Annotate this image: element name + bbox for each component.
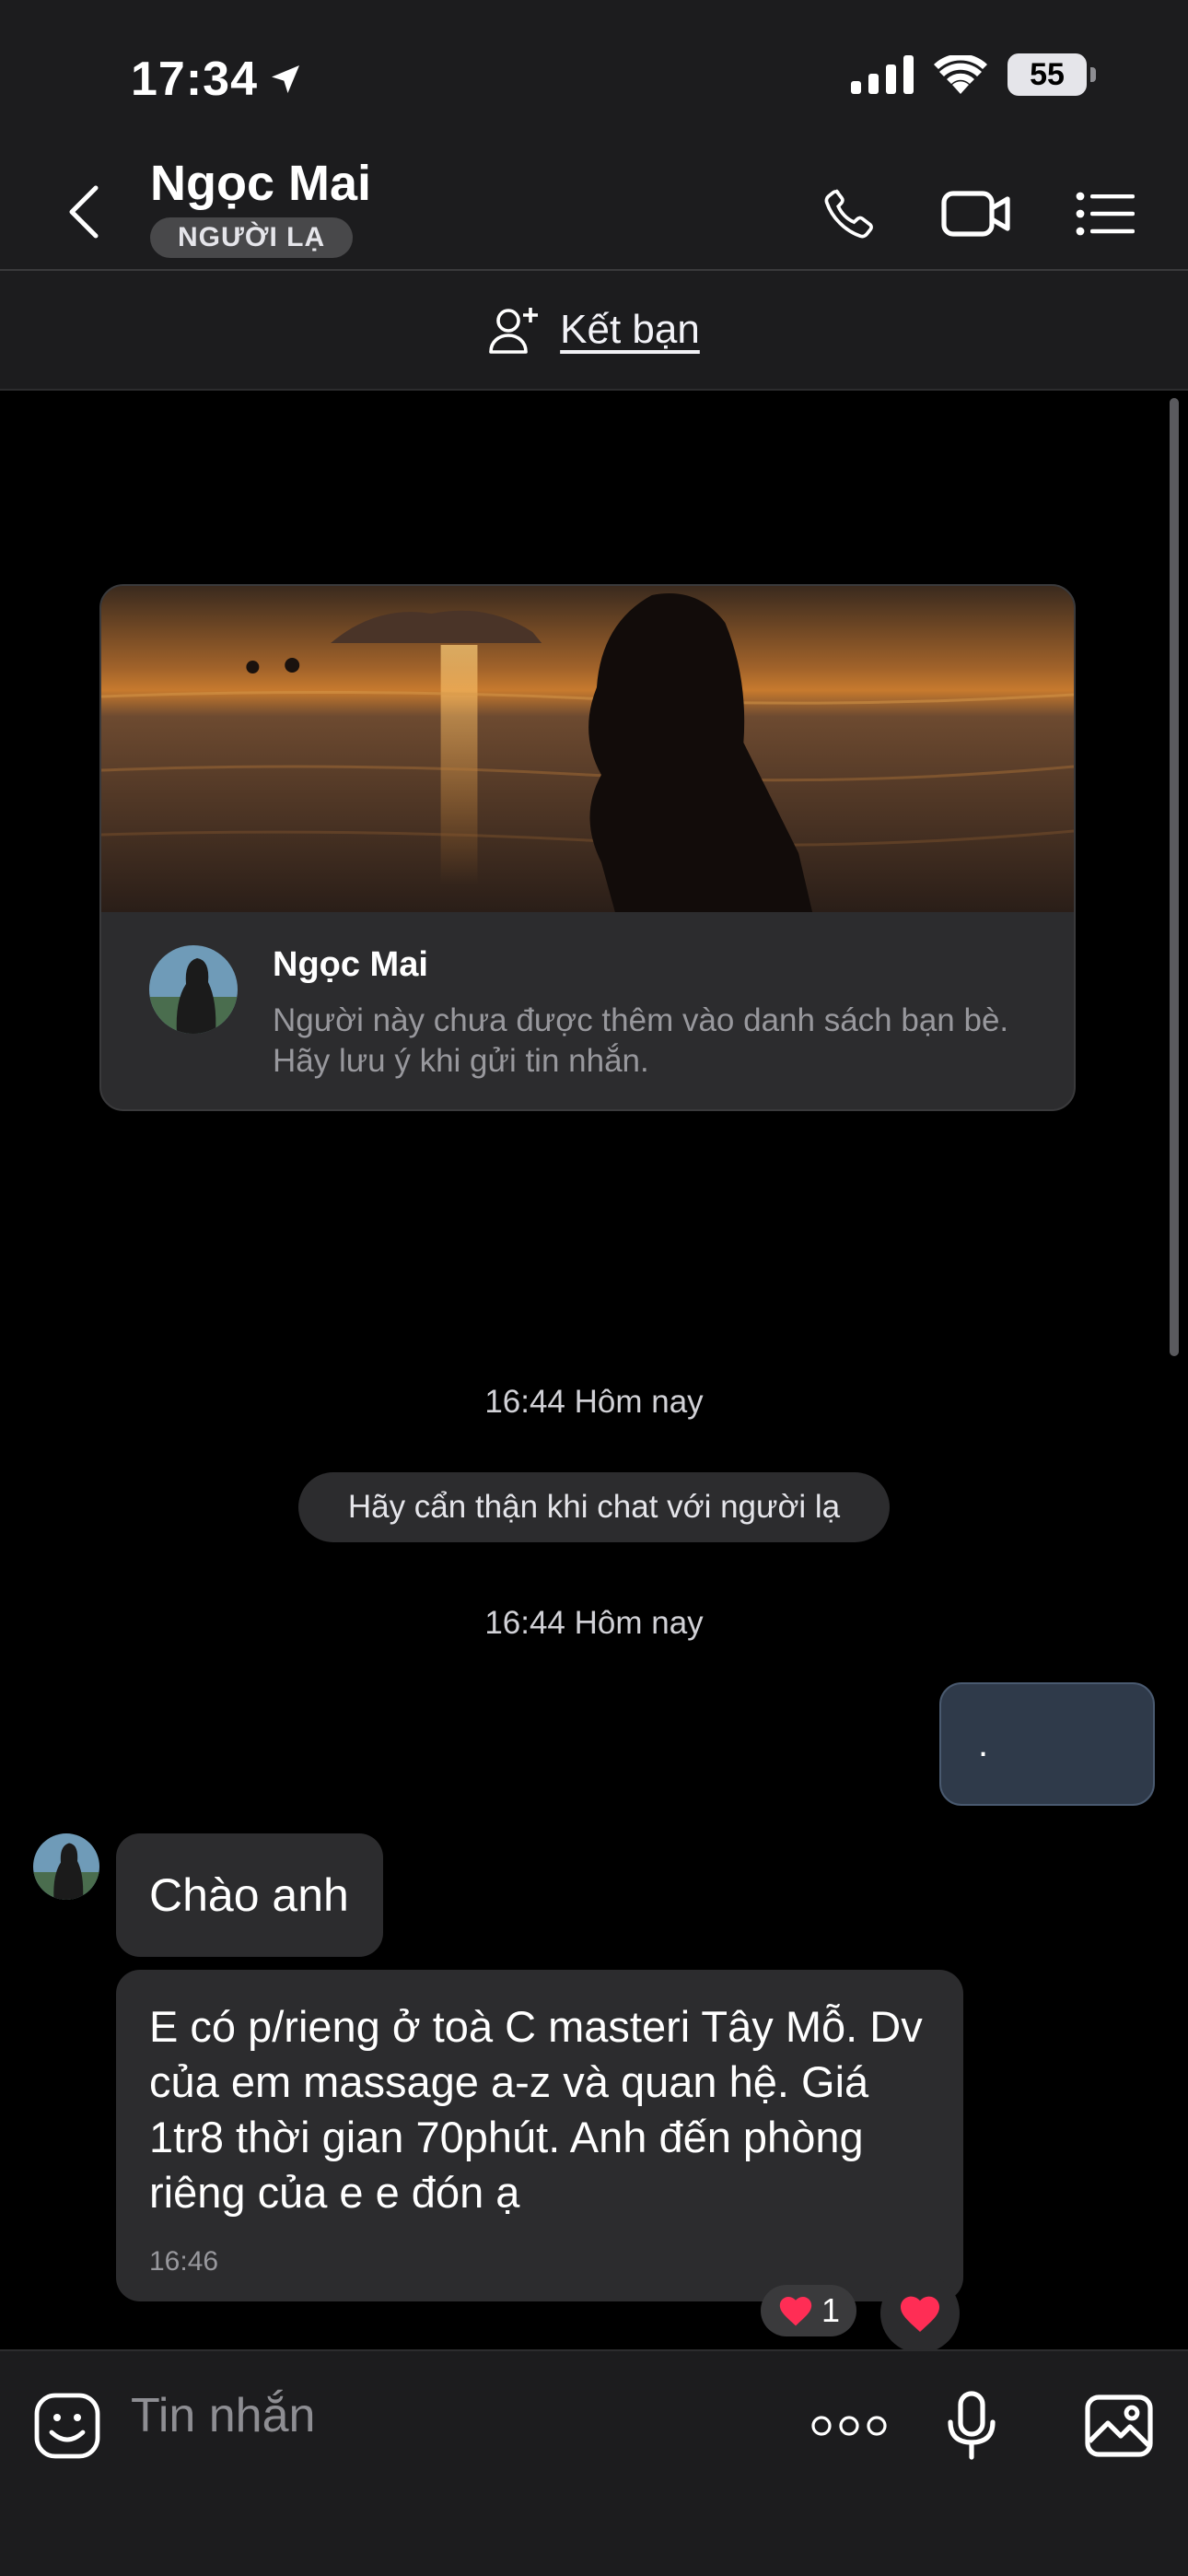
sent-message-bubble[interactable]: . [939,1682,1155,1806]
cover-photo [101,586,1074,912]
message-time: 16:46 [149,2246,219,2277]
more-dots-icon [811,2416,887,2436]
wifi-icon [934,55,987,94]
message-text: E có p/rieng ở toà C masteri Tây Mỗ. Dv … [149,2002,923,2217]
gallery-button[interactable] [1077,2384,1160,2467]
signal-icon [851,55,914,94]
avatar[interactable] [149,945,238,1034]
video-call-button[interactable] [939,177,1013,251]
sticker-button[interactable] [26,2384,109,2467]
contact-name[interactable]: Ngọc Mai [150,155,371,212]
battery-indicator: 55 [1007,53,1096,96]
chevron-left-icon [69,185,99,239]
list-menu-icon [1076,192,1135,236]
card-description: Người này chưa được thêm vào danh sách b… [273,1002,1009,1079]
status-indicators: 55 [851,53,1096,96]
status-time: 17:34 [131,52,304,107]
add-friend-link[interactable]: Kết bạn [560,307,700,353]
add-person-icon [489,308,539,354]
phone-icon [824,189,873,239]
sender-avatar[interactable] [33,1833,99,1900]
location-arrow-icon [272,65,299,93]
timestamp: 16:44 Hôm nay [484,1605,704,1641]
heart-icon [901,2296,939,2332]
video-camera-icon [941,191,1010,237]
heart-icon [779,2296,812,2326]
image-gallery-icon [1085,2395,1153,2457]
menu-button[interactable] [1068,177,1142,251]
reaction-summary[interactable]: 1 [761,2285,856,2336]
voice-call-button[interactable] [812,177,886,251]
received-message-bubble[interactable]: E có p/rieng ở toà C masteri Tây Mỗ. Dv … [116,1970,963,2301]
timestamp: 16:44 Hôm nay [484,1384,704,1420]
sticker-icon [34,2393,100,2459]
message-composer: Tin nhắn [0,2349,1188,2576]
top-bar: 17:34 55 Ngọc Mai NGƯỜI LẠ [0,0,1188,269]
avatar-image [33,1833,99,1900]
stranger-warning: Hãy cẩn thận khi chat với người lạ [298,1472,890,1542]
voice-message-button[interactable] [930,2384,1013,2467]
avatar-image [149,945,238,1034]
scrollbar[interactable] [1170,398,1179,1356]
stranger-profile-card[interactable]: Ngọc Mai Người này chưa được thêm vào da… [99,584,1076,1111]
more-button[interactable] [798,2384,901,2467]
back-button[interactable] [55,177,111,247]
add-friend-bar[interactable]: Kết bạn [0,269,1188,391]
react-button[interactable] [880,2274,960,2353]
microphone-icon [948,2391,996,2460]
message-input[interactable]: Tin nhắn [131,2388,315,2443]
reaction-count: 1 [821,2291,841,2329]
received-message-bubble[interactable]: Chào anh [116,1833,383,1957]
card-contact-name: Ngọc Mai [273,945,428,984]
stranger-badge: NGƯỜI LẠ [150,217,354,258]
